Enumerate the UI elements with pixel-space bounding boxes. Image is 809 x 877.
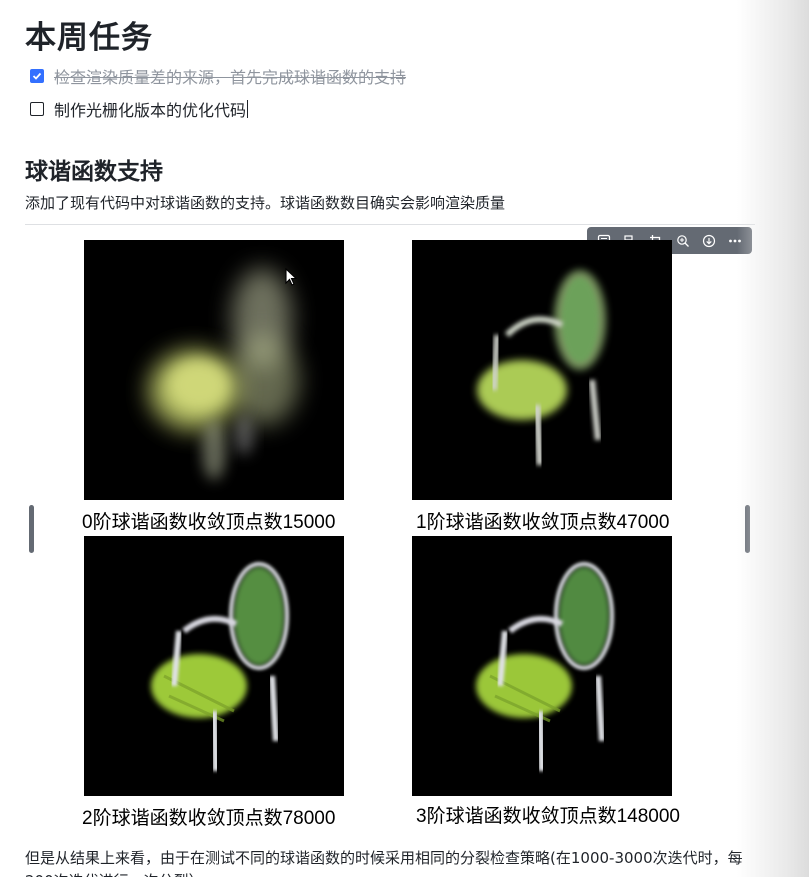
todo-text[interactable]: 制作光栅化版本的优化代码 (54, 97, 246, 121)
image-resize-handle-left[interactable] (29, 505, 34, 553)
render-image-order-1[interactable] (412, 240, 672, 500)
more-icon[interactable] (724, 230, 746, 252)
mouse-cursor-icon (285, 268, 298, 286)
todo-text[interactable]: 检查渲染质量差的来源，首先完成球谐函数的支持 (54, 64, 406, 88)
todo-item-1[interactable]: 检查渲染质量差的来源，首先完成球谐函数的支持 (30, 64, 406, 88)
caption-order-2: 2阶球谐函数收敛顶点数78000 (82, 808, 336, 829)
render-image-order-3[interactable] (412, 536, 672, 796)
checkbox-checked-icon[interactable] (30, 69, 44, 83)
render-image-order-0[interactable] (84, 240, 344, 500)
section-paragraph[interactable]: 添加了现有代码中对球谐函数的支持。球谐函数数目确实会影响渲染质量 (25, 192, 505, 213)
right-edge-shadow (737, 0, 809, 877)
divider (25, 224, 755, 225)
image-resize-handle-right[interactable] (745, 505, 750, 553)
page-heading: 本周任务 (25, 20, 153, 56)
download-icon[interactable] (698, 230, 720, 252)
bottom-paragraph[interactable]: 但是从结果上来看，由于在测试不同的球谐函数的时候采用相同的分裂检查策略(在100… (25, 847, 765, 877)
caption-order-3: 3阶球谐函数收敛顶点数148000 (416, 806, 680, 827)
checkbox-unchecked-icon[interactable] (30, 102, 44, 116)
document-page: 本周任务 检查渲染质量差的来源，首先完成球谐函数的支持 制作光栅化版本的优化代码… (0, 0, 809, 877)
text-caret (247, 100, 249, 118)
section-heading: 球谐函数支持 (25, 159, 163, 185)
zoom-in-icon[interactable] (672, 230, 694, 252)
caption-order-1: 1阶球谐函数收敛顶点数47000 (416, 512, 670, 533)
todo-item-2[interactable]: 制作光栅化版本的优化代码 (30, 97, 249, 121)
caption-order-0: 0阶球谐函数收敛顶点数15000 (82, 512, 336, 533)
render-image-order-2[interactable] (84, 536, 344, 796)
